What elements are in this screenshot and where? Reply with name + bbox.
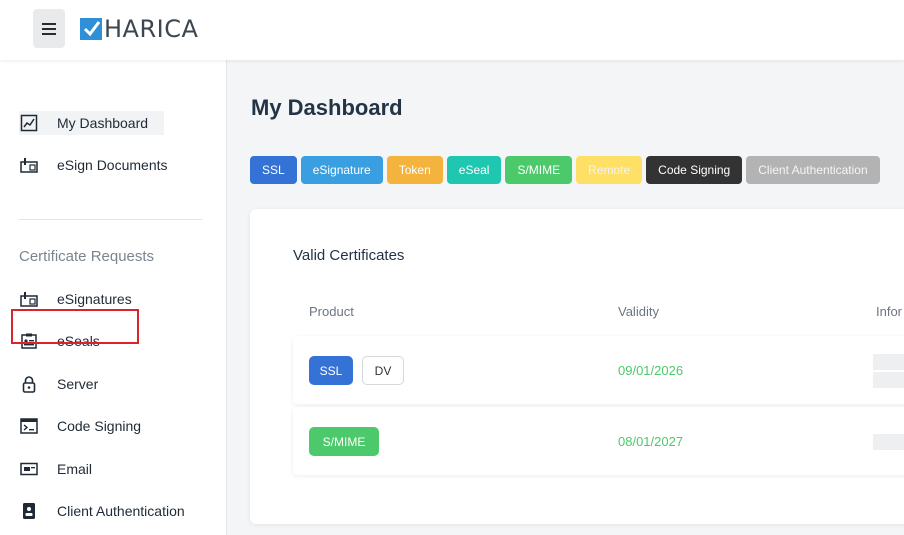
- validity-date: 08/01/2027: [618, 434, 684, 449]
- menu-button[interactable]: [33, 9, 65, 48]
- sidebar-item-esign-documents[interactable]: eSign Documents: [19, 153, 168, 177]
- sidebar: My Dashboard eSign Documents Certificate…: [0, 60, 227, 535]
- sidebar-item-label: Client Authentication: [57, 503, 185, 519]
- validity-date: 09/01/2026: [618, 363, 684, 378]
- sidebar-item-code-signing[interactable]: Code Signing: [19, 414, 141, 438]
- harica-logo[interactable]: HARICA: [80, 14, 198, 44]
- chip-esignature[interactable]: eSignature: [300, 156, 383, 184]
- column-header-product: Product: [309, 304, 354, 319]
- esign-icon: [19, 289, 39, 309]
- redacted-info: [873, 434, 904, 450]
- chip-smime[interactable]: S/MIME: [505, 156, 573, 184]
- email-card-icon: [19, 459, 39, 479]
- page-title: My Dashboard: [251, 95, 403, 120]
- top-bar: HARICA: [0, 0, 904, 60]
- sidebar-item-client-authentication[interactable]: Client Authentication: [19, 499, 185, 523]
- chip-remote[interactable]: Remote: [576, 156, 643, 184]
- column-header-information: Infor: [876, 304, 903, 319]
- sidebar-item-label: Email: [57, 461, 93, 477]
- sidebar-item-label: eSignatures: [57, 291, 132, 307]
- sidebar-item-label: eSign Documents: [57, 157, 168, 173]
- logo-check-icon: [80, 18, 102, 40]
- badge-icon: [19, 501, 39, 521]
- sidebar-item-label: My Dashboard: [57, 115, 149, 131]
- chip-token[interactable]: Token: [386, 156, 443, 184]
- dashboard-icon: [19, 113, 39, 133]
- sidebar-item-label: Server: [57, 376, 99, 392]
- table-row[interactable]: SSL DV 09/01/2026: [293, 336, 904, 404]
- redacted-info: [873, 354, 904, 370]
- sidebar-item-label: Code Signing: [57, 418, 142, 434]
- chip-client-authentication[interactable]: Client Authentication: [746, 156, 880, 184]
- sidebar-item-email[interactable]: Email: [19, 457, 92, 481]
- table-row[interactable]: S/MIME 08/01/2027: [293, 407, 904, 475]
- valid-certificates-card: Valid Certificates Product Validity Info…: [250, 209, 904, 524]
- product-tag-smime: S/MIME: [309, 427, 379, 456]
- sidebar-item-esignatures[interactable]: eSignatures: [19, 287, 132, 311]
- esign-icon: [19, 155, 39, 175]
- product-tag-dv: DV: [362, 356, 404, 385]
- logo-text: HARICA: [104, 15, 199, 43]
- section-title: Certificate Requests: [19, 248, 155, 265]
- lock-icon: [19, 374, 39, 394]
- sidebar-item-server[interactable]: Server: [19, 372, 98, 396]
- certificate-type-chips: SSL eSignature Token eSeal S/MIME Remote…: [250, 156, 880, 184]
- chip-code-signing[interactable]: Code Signing: [646, 156, 743, 184]
- chip-eseal[interactable]: eSeal: [446, 156, 502, 184]
- sidebar-item-my-dashboard[interactable]: My Dashboard: [19, 111, 165, 135]
- redacted-info: [873, 372, 904, 388]
- column-header-validity: Validity: [618, 304, 659, 319]
- highlight-annotation: [11, 309, 139, 344]
- hamburger-icon: [42, 22, 56, 35]
- chip-ssl[interactable]: SSL: [250, 156, 297, 184]
- product-tag-ssl: SSL: [309, 356, 353, 385]
- card-title: Valid Certificates: [293, 247, 405, 264]
- terminal-icon: [19, 416, 39, 436]
- sidebar-divider: [19, 219, 202, 220]
